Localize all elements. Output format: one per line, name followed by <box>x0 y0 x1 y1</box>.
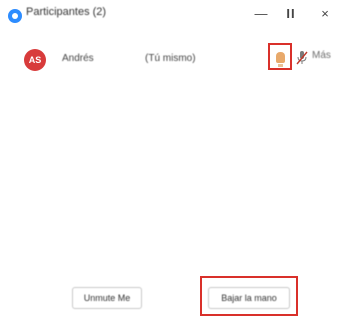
title-bar: Participantes (2) — II × <box>0 0 343 34</box>
close-button[interactable]: × <box>310 2 340 26</box>
participants-window: Participantes (2) — II × AS Andrés (Tú m… <box>0 0 343 318</box>
participant-name: Andrés <box>62 53 94 64</box>
zoom-app-icon <box>8 9 22 23</box>
minimize-button[interactable]: — <box>246 2 276 26</box>
mic-muted-icon[interactable] <box>295 50 309 66</box>
raised-hand-highlight <box>268 43 292 70</box>
more-button[interactable]: Más <box>312 50 331 61</box>
participant-row[interactable]: AS Andrés (Tú mismo) Más <box>0 42 343 76</box>
maximize-button[interactable]: II <box>276 2 306 26</box>
raised-hand-icon[interactable] <box>276 52 285 67</box>
window-title: Participantes (2) <box>26 6 107 18</box>
unmute-me-button[interactable]: Unmute Me <box>72 287 142 309</box>
participant-role: (Tú mismo) <box>145 53 196 64</box>
lower-hand-button[interactable]: Bajar la mano <box>208 287 290 309</box>
avatar: AS <box>24 49 46 71</box>
